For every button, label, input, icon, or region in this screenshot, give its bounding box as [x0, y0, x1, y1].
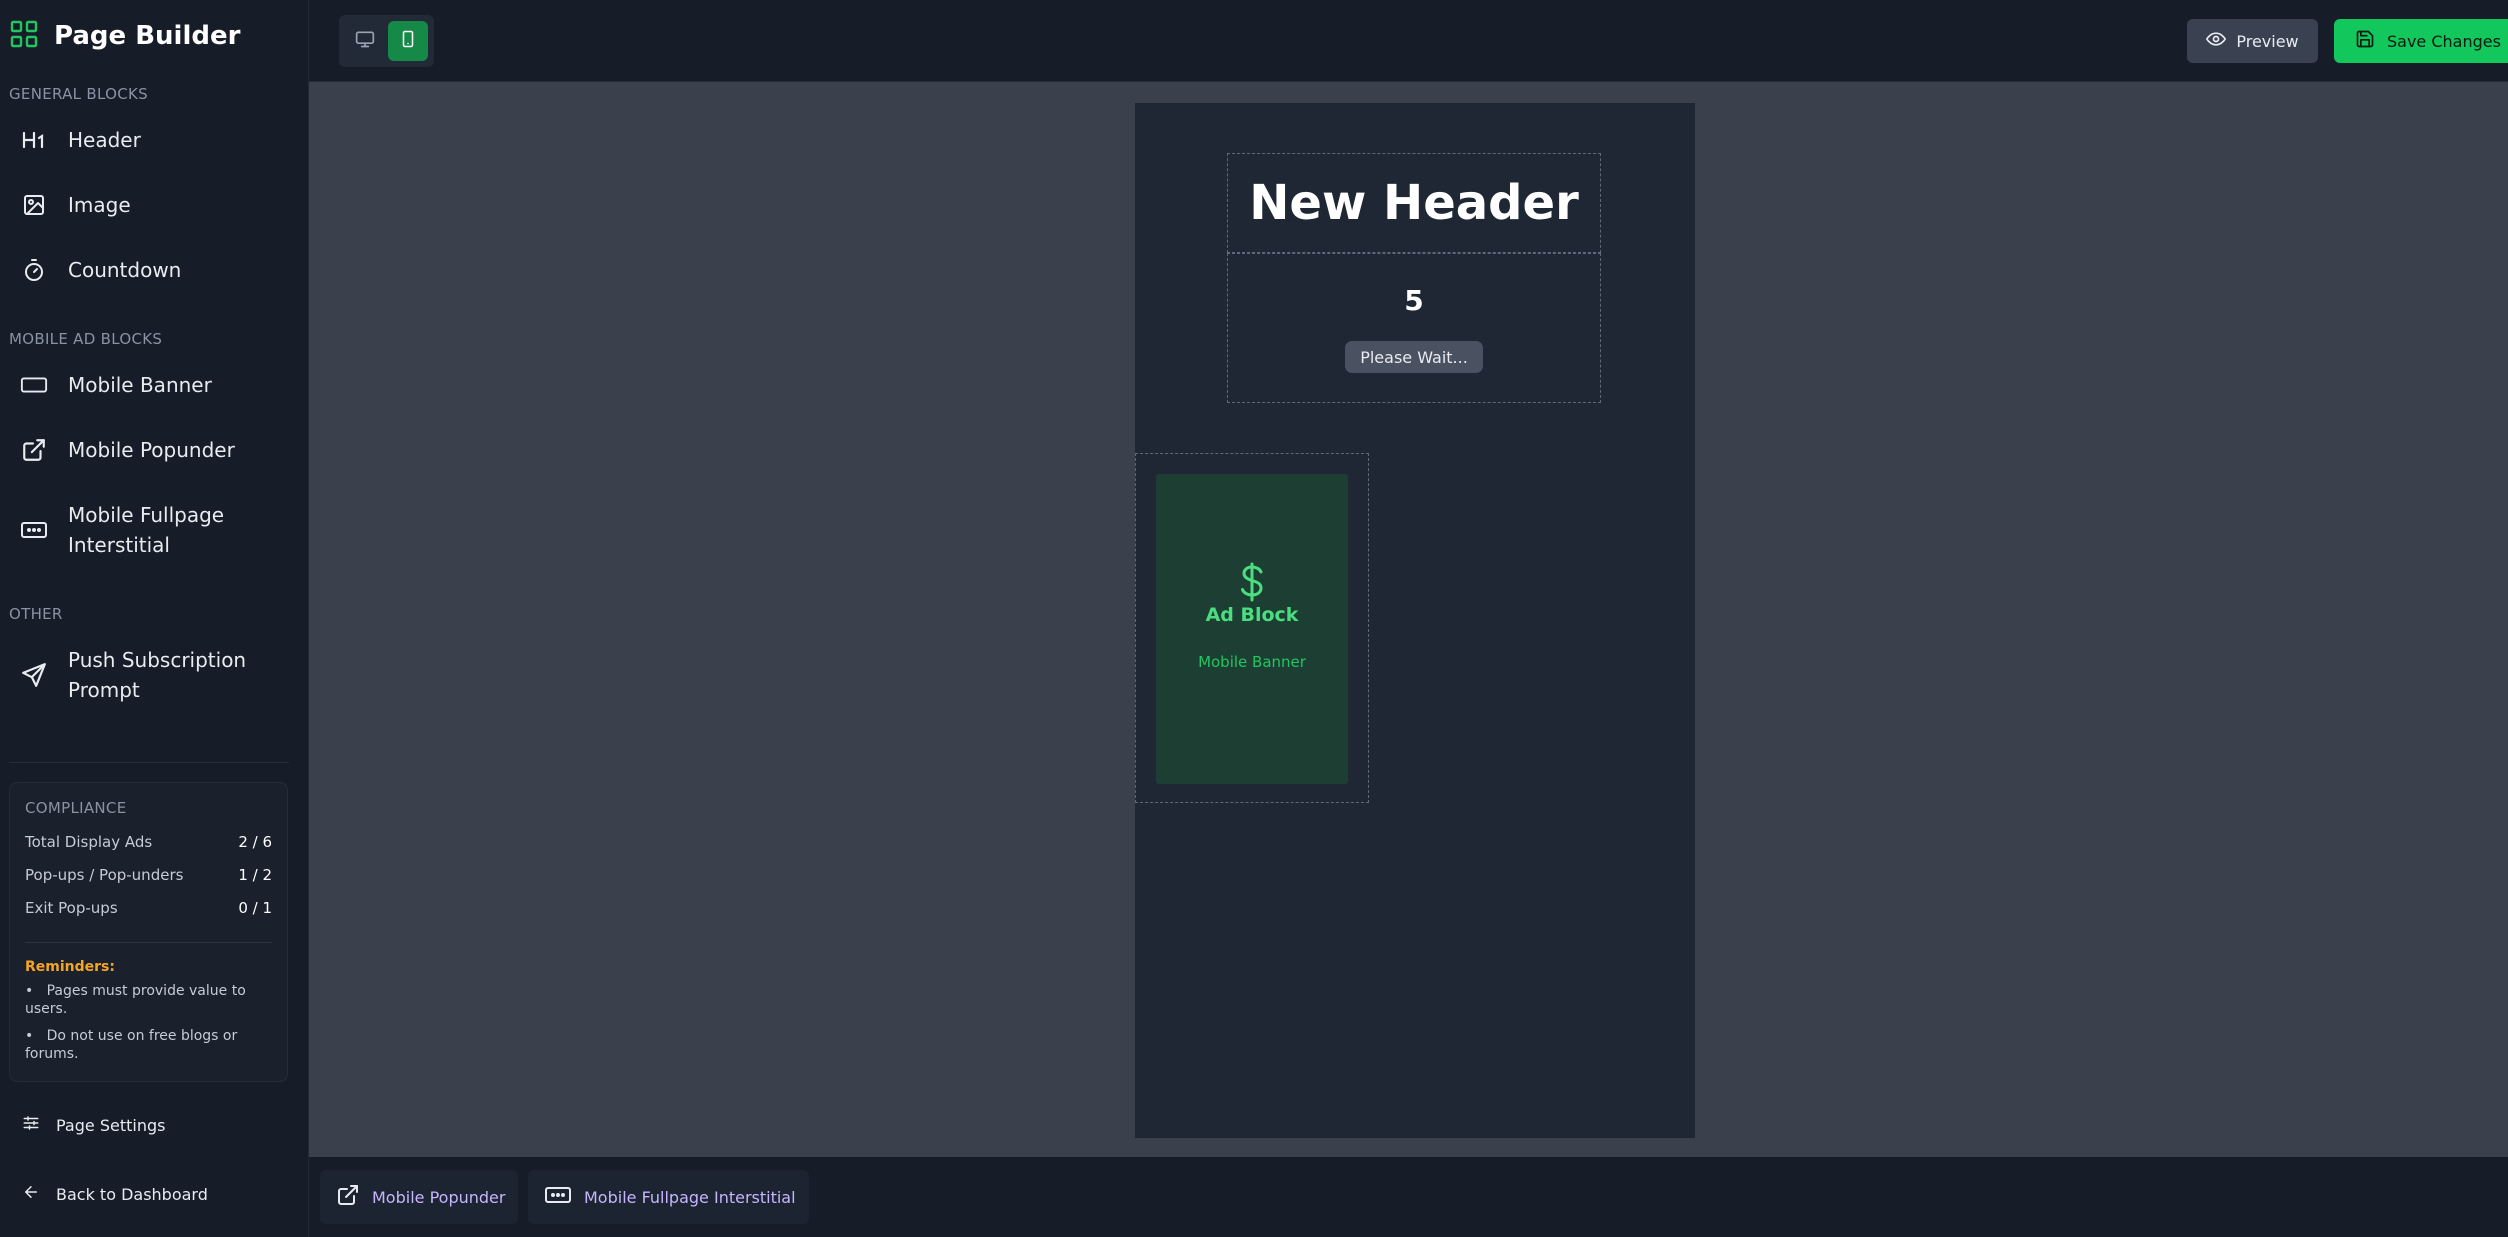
block-tray: Mobile Popunder Mobile Fullpage Intersti… — [309, 1157, 2508, 1237]
row-label: Exit Pop-ups — [25, 899, 118, 917]
reminder-item: • Pages must provide value to users. — [25, 983, 246, 1017]
arrow-left-icon — [22, 1183, 40, 1205]
compliance-row-display-ads: Total Display Ads 2 / 6 — [25, 833, 272, 851]
sidebar-item-label: Mobile Popunder — [68, 438, 235, 462]
brand: Page Builder — [10, 20, 240, 52]
row-label: Total Display Ads — [25, 833, 153, 851]
reminder-item: • Do not use on free blogs or forums. — [25, 1028, 238, 1062]
page-settings-link[interactable]: Page Settings — [22, 1114, 165, 1136]
row-value: 0 / 1 — [238, 899, 272, 917]
label-line-1: Mobile Fullpage — [68, 503, 225, 527]
section-mobile-ad-blocks: MOBILE AD BLOCKS — [9, 330, 163, 348]
compliance-row-exit-popups: Exit Pop-ups 0 / 1 — [25, 899, 272, 917]
compliance-label: COMPLIANCE — [25, 799, 127, 817]
sidebar-item-label: Image — [68, 193, 131, 217]
ad-block-card[interactable]: Ad Block Mobile Banner — [1156, 474, 1348, 784]
ad-block-subtitle: Mobile Banner — [1198, 653, 1306, 671]
countdown-number: 5 — [1404, 284, 1424, 317]
sidebar-item-mobile-popunder[interactable]: Mobile Popunder — [20, 435, 290, 465]
sidebar-item-label: Push Subscription Prompt — [68, 645, 246, 705]
send-icon — [20, 662, 48, 688]
tray-chip-label: Mobile Popunder — [372, 1187, 506, 1207]
save-changes-button[interactable]: Save Changes — [2334, 19, 2508, 63]
header-text[interactable]: New Header — [1249, 175, 1578, 231]
please-wait-button[interactable]: Please Wait... — [1345, 341, 1483, 373]
preview-label: Preview — [2236, 31, 2299, 51]
sidebar-item-header[interactable]: Header — [20, 125, 290, 155]
desktop-view-button[interactable] — [345, 21, 385, 61]
ad-block-title: Ad Block — [1205, 604, 1299, 626]
ad-block-wrapper[interactable]: Ad Block Mobile Banner — [1135, 453, 1369, 803]
reminder-text: Pages must provide value to users. — [25, 983, 246, 1017]
reminder-text: Do not use on free blogs or forums. — [25, 1028, 238, 1062]
interstitial-icon — [544, 1184, 572, 1210]
sidebar-item-label: Countdown — [68, 258, 182, 282]
back-to-dashboard-link[interactable]: Back to Dashboard — [22, 1183, 208, 1205]
sidebar-item-mobile-fullpage-interstitial[interactable]: Mobile Fullpage Interstitial — [20, 500, 290, 560]
row-value: 1 / 2 — [238, 866, 272, 884]
sidebar-item-countdown[interactable]: Countdown — [20, 255, 290, 285]
grid-icon — [10, 20, 38, 52]
timer-icon — [20, 258, 48, 282]
back-to-dashboard-label: Back to Dashboard — [56, 1184, 208, 1204]
page-settings-label: Page Settings — [56, 1115, 166, 1135]
compliance-divider — [25, 942, 272, 943]
compliance-panel: COMPLIANCE Total Display Ads 2 / 6 Pop-u… — [9, 782, 288, 1082]
save-label: Save Changes — [2387, 31, 2501, 51]
heading-icon — [20, 130, 48, 150]
dollar-icon — [1156, 562, 1348, 602]
mobile-preview-frame: New Header 5 Please Wait... Ad Block Mob… — [1135, 103, 1695, 1138]
header-block[interactable]: New Header — [1227, 153, 1601, 253]
row-value: 2 / 6 — [238, 833, 272, 851]
interstitial-icon — [20, 519, 48, 541]
sidebar-item-label: Mobile Banner — [68, 373, 212, 397]
sidebar-item-push-subscription[interactable]: Push Subscription Prompt — [20, 645, 290, 705]
sidebar-item-label: Header — [68, 128, 141, 152]
reminders-title: Reminders: — [25, 959, 115, 975]
sidebar-divider — [9, 762, 289, 763]
device-toggle — [339, 15, 434, 67]
sidebar: Page Builder GENERAL BLOCKS Header Image… — [0, 0, 309, 1237]
sidebar-item-label: Mobile Fullpage Interstitial — [68, 500, 224, 560]
countdown-block[interactable]: 5 Please Wait... — [1227, 253, 1601, 403]
eye-icon — [2206, 29, 2227, 53]
sidebar-item-mobile-banner[interactable]: Mobile Banner — [20, 370, 290, 400]
preview-button[interactable]: Preview — [2187, 19, 2318, 63]
banner-icon — [20, 374, 48, 396]
monitor-icon — [355, 29, 375, 53]
row-label: Pop-ups / Pop-unders — [25, 866, 184, 884]
tray-chip-mobile-fullpage-interstitial[interactable]: Mobile Fullpage Interstitial — [528, 1170, 809, 1224]
label-line-1: Push Subscription — [68, 648, 247, 672]
section-other: OTHER — [9, 605, 63, 623]
app-title: Page Builder — [54, 21, 241, 51]
mobile-view-button[interactable] — [388, 21, 428, 61]
label-line-2: Prompt — [68, 678, 140, 702]
section-general-blocks: GENERAL BLOCKS — [9, 85, 148, 103]
smartphone-icon — [399, 28, 417, 54]
external-link-icon — [336, 1183, 360, 1211]
sidebar-item-image[interactable]: Image — [20, 190, 290, 220]
tray-chip-mobile-popunder[interactable]: Mobile Popunder — [320, 1170, 519, 1224]
tray-chip-label: Mobile Fullpage Interstitial — [584, 1187, 796, 1207]
sliders-icon — [22, 1114, 40, 1136]
external-link-icon — [20, 437, 48, 463]
top-toolbar: Preview Save Changes — [309, 0, 2508, 82]
save-icon — [2355, 29, 2375, 53]
image-icon — [20, 193, 48, 217]
compliance-row-popups: Pop-ups / Pop-unders 1 / 2 — [25, 866, 272, 884]
label-line-2: Interstitial — [68, 533, 170, 557]
